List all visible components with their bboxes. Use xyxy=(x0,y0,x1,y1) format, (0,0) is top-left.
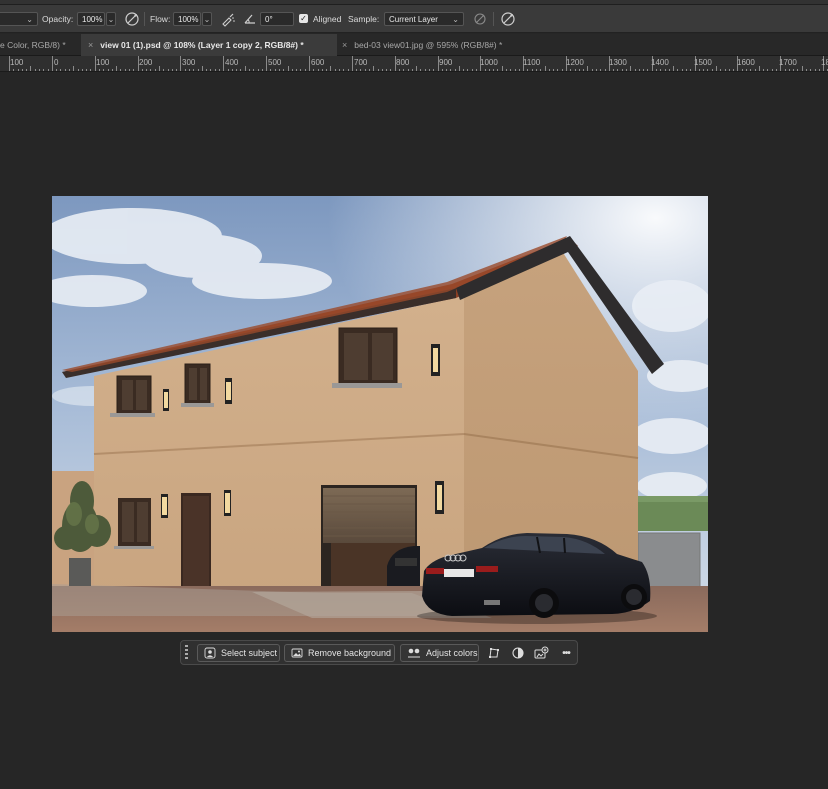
image-icon xyxy=(291,648,303,658)
tab-label: view 01 (1).psd @ 108% (Layer 1 copy 2, … xyxy=(100,40,304,50)
select-subject-label: Select subject xyxy=(221,648,278,658)
select-subject-button[interactable]: Select subject xyxy=(197,644,280,662)
ignore-adjustment-icon[interactable] xyxy=(472,11,488,27)
pressure-size-icon[interactable] xyxy=(500,11,516,27)
contrast-icon[interactable] xyxy=(510,645,526,661)
close-icon[interactable]: × xyxy=(88,40,93,50)
flow-label: Flow: xyxy=(150,14,171,24)
aligned-label: Aligned xyxy=(313,14,342,24)
ruler-label: 1400 xyxy=(651,58,669,67)
tab-document-1[interactable]: e Color, RGB/8) * xyxy=(0,34,66,56)
ruler-label: 200 xyxy=(139,58,153,67)
tab-label: e Color, RGB/8) * xyxy=(0,40,66,50)
ruler-label: 300 xyxy=(182,58,196,67)
opacity-field[interactable]: 100% xyxy=(77,12,105,26)
separator xyxy=(493,12,494,26)
adjust-colors-icon xyxy=(408,648,420,658)
ruler-label: 1100 xyxy=(523,58,541,67)
ruler-label: 1000 xyxy=(480,58,498,67)
ruler-label: 0 xyxy=(54,58,59,67)
opacity-label: Opacity: xyxy=(42,14,74,24)
flow-field[interactable]: 100% xyxy=(173,12,201,26)
angle-icon xyxy=(242,11,258,27)
ruler-label: 700 xyxy=(354,58,368,67)
remove-background-label: Remove background xyxy=(308,648,392,658)
remove-background-button[interactable]: Remove background xyxy=(284,644,395,662)
pressure-opacity-icon[interactable] xyxy=(124,11,140,27)
aligned-checkbox[interactable]: ✓ xyxy=(299,14,308,23)
adjust-colors-label: Adjust colors xyxy=(426,648,478,658)
ruler-label: 1300 xyxy=(609,58,627,67)
horizontal-ruler[interactable]: 100 0 100 200 300 400 500 600 700 800 90… xyxy=(0,56,828,72)
ruler-label: 400 xyxy=(225,58,239,67)
ruler-label: 500 xyxy=(268,58,282,67)
chevron-down-icon[interactable]: ⌄ xyxy=(202,12,212,26)
ruler-label: 1200 xyxy=(566,58,584,67)
ruler-label: 18 xyxy=(821,58,828,67)
drag-handle-icon[interactable] xyxy=(185,645,189,661)
sample-select[interactable]: Current Layer ⌄ xyxy=(384,12,464,26)
tab-label: bed-03 view01.jpg @ 595% (RGB/8#) * xyxy=(354,40,503,50)
chevron-down-icon[interactable]: ⌄ xyxy=(106,12,116,26)
ruler-label: 900 xyxy=(439,58,453,67)
airbrush-icon[interactable] xyxy=(220,11,236,27)
ruler-label: 600 xyxy=(311,58,325,67)
person-icon xyxy=(204,647,216,659)
close-icon[interactable]: × xyxy=(342,40,347,50)
separator xyxy=(144,12,145,26)
options-bar: ⌄ Opacity: 100% ⌄ Flow: 100% ⌄ 0° ✓ Alig… xyxy=(0,5,828,33)
chevron-down-icon: ⌄ xyxy=(452,14,459,24)
ruler-label: 1700 xyxy=(779,58,797,67)
ruler-label: 1500 xyxy=(694,58,712,67)
transform-icon[interactable] xyxy=(486,645,502,661)
generative-icon[interactable] xyxy=(533,645,549,661)
adjust-colors-button[interactable]: Adjust colors xyxy=(400,644,479,662)
contextual-task-bar: Select subject Remove background Adjust … xyxy=(180,640,578,665)
tab-document-3[interactable]: × bed-03 view01.jpg @ 595% (RGB/8#) * xyxy=(337,34,502,56)
ruler-label: 1600 xyxy=(737,58,755,67)
ruler-label: 100 xyxy=(10,58,24,67)
mode-select[interactable]: ⌄ xyxy=(0,12,38,26)
more-icon[interactable]: ••• xyxy=(557,645,575,661)
ruler-label: 100 xyxy=(96,58,110,67)
house-render-image xyxy=(52,196,708,632)
ruler-label: 800 xyxy=(396,58,410,67)
document-canvas[interactable] xyxy=(52,196,708,632)
sample-label: Sample: xyxy=(348,14,380,24)
document-tabs: e Color, RGB/8) * × view 01 (1).psd @ 10… xyxy=(0,34,828,56)
angle-field[interactable]: 0° xyxy=(260,12,294,26)
tab-document-2[interactable]: × view 01 (1).psd @ 108% (Layer 1 copy 2… xyxy=(81,34,337,56)
sample-select-value: Current Layer xyxy=(389,14,438,24)
